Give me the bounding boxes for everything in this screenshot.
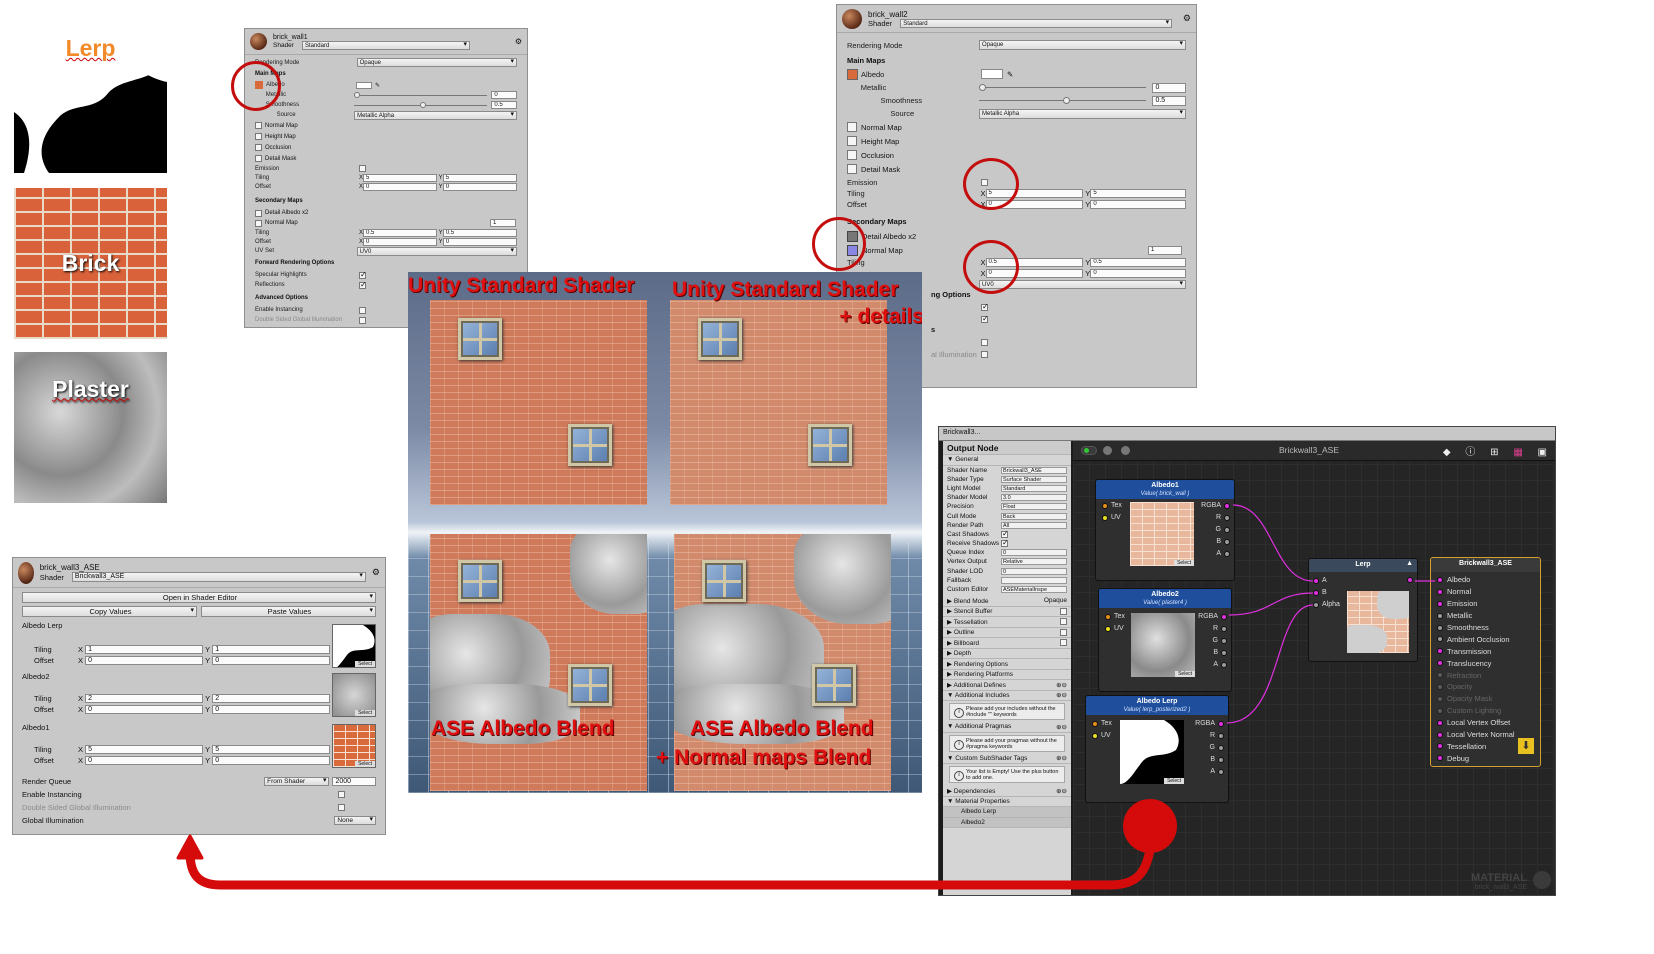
flow-arrow [176, 799, 1177, 890]
